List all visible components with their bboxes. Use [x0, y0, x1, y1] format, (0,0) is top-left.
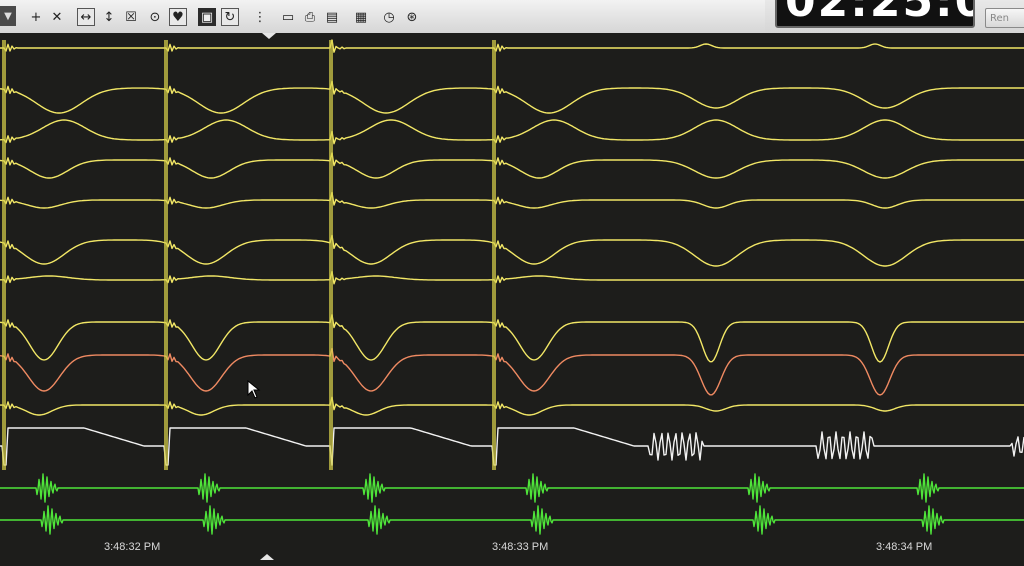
- rename-button[interactable]: Ren: [985, 8, 1024, 28]
- ecg-trace-9: [0, 396, 1024, 416]
- waveform-area[interactable]: 3:48:32 PM 3:48:33 PM 3:48:34 PM: [0, 33, 1024, 566]
- sync-icon[interactable]: ↻: [221, 8, 239, 26]
- mouse-cursor-icon: [247, 380, 261, 399]
- timer-value: 02:25:00: [785, 0, 973, 27]
- ecg-trace-2: [0, 80, 1024, 114]
- dropdown-arrow-icon[interactable]: ▼: [0, 6, 16, 26]
- printer-icon[interactable]: ⎙: [301, 8, 319, 26]
- ecg-trace-6: [0, 234, 1024, 267]
- heart-rate-icon[interactable]: ♥: [169, 8, 187, 26]
- time-label-3: 3:48:34 PM: [876, 541, 933, 553]
- ecg-trace-4: [0, 152, 1024, 179]
- ecg-trace-orange: [0, 347, 1024, 396]
- toolbar: ▼ + ✕ ↔ ↕ ☒ ⊙ ♥ ▣ ↻ ⋮ ▭ ⎙ ▤ ▦ ◷ ⊛: [0, 0, 765, 34]
- time-scale-icon[interactable]: ⊙: [146, 8, 164, 26]
- intracardiac-trace-1: [0, 473, 1024, 503]
- vertical-caliper-icon[interactable]: ↕: [100, 8, 118, 26]
- elapsed-timer: 02:25:00: [775, 0, 975, 28]
- page-icon[interactable]: ▤: [323, 8, 341, 26]
- beat-marker-3: [329, 40, 333, 470]
- plus-icon[interactable]: +: [27, 8, 45, 26]
- compass-icon[interactable]: ⊛: [403, 8, 421, 26]
- monitor-icon[interactable]: ▣: [198, 8, 216, 26]
- horizontal-caliper-icon[interactable]: ↔: [77, 8, 95, 26]
- time-label-2: 3:48:33 PM: [492, 541, 549, 553]
- ecg-trace-7: [0, 271, 1024, 285]
- clock-icon[interactable]: ◷: [380, 8, 398, 26]
- folder-icon[interactable]: ▭: [279, 8, 297, 26]
- time-label-1: 3:48:32 PM: [104, 541, 161, 553]
- cross-box-icon[interactable]: ☒: [122, 8, 140, 26]
- table-icon[interactable]: ▦: [352, 8, 370, 26]
- beat-marker-1: [2, 40, 6, 470]
- ecg-trace-5: [0, 191, 1024, 209]
- ecg-trace-3: [0, 119, 1024, 145]
- bottom-scroll-marker[interactable]: [260, 554, 274, 560]
- top-scroll-marker[interactable]: [262, 33, 276, 39]
- tools-icon[interactable]: ✕: [48, 8, 66, 26]
- ecg-waveform-display: [0, 39, 1024, 535]
- annotation-icon[interactable]: ⋮: [251, 8, 269, 26]
- ecg-trace-1: [0, 39, 1024, 53]
- beat-marker-4: [492, 40, 496, 470]
- intracardiac-trace-2: [0, 505, 1024, 535]
- ecg-trace-white: [0, 427, 1024, 466]
- beat-marker-2: [164, 40, 168, 470]
